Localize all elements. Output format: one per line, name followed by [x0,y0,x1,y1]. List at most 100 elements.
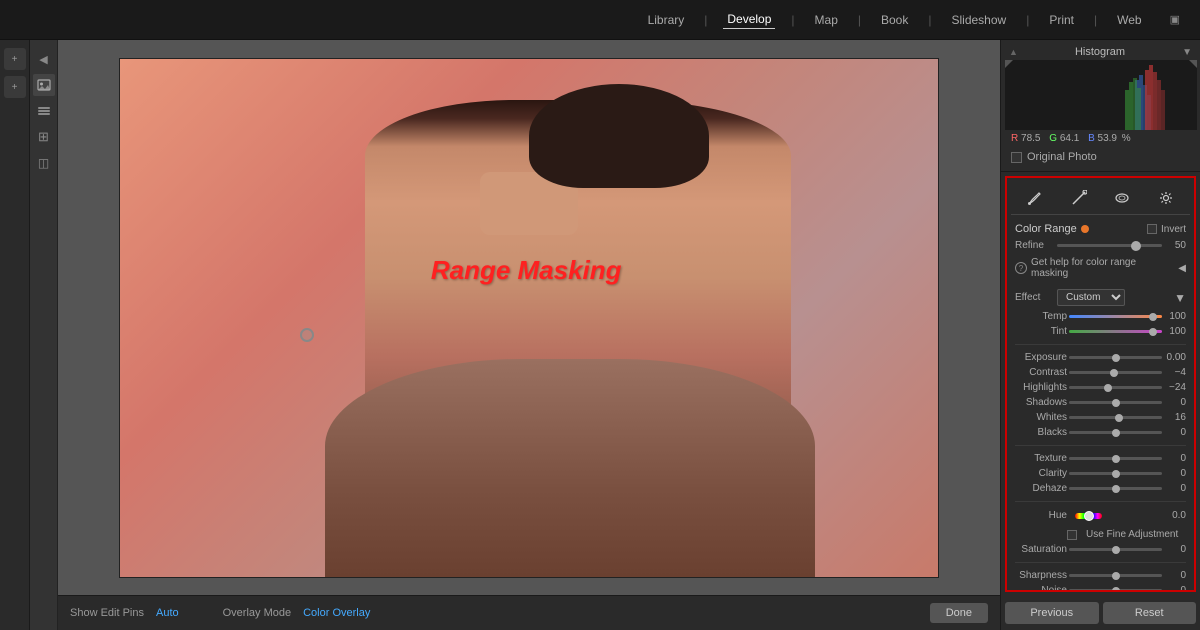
top-menu-bar: Library | Develop | Map | Book | Slidesh… [0,0,1200,40]
previous-button[interactable]: Previous [1005,602,1099,624]
highlights-value: −24 [1164,382,1186,393]
clarity-row: Clarity 0 [1011,466,1190,481]
r-value: 78.5 [1021,133,1040,144]
invert-row: Invert [1147,224,1186,235]
r-label: R [1011,133,1018,144]
temp-slider[interactable] [1069,315,1162,318]
overlay-mode-label: Overlay Mode [223,607,291,619]
histogram-expand-icon[interactable]: ▼ [1182,47,1192,58]
strip-photo-icon[interactable] [33,74,55,96]
original-photo-checkbox[interactable] [1011,152,1022,163]
b-value: 53.9 [1098,133,1117,144]
g-label: G [1049,133,1057,144]
tint-label: Tint [1015,326,1067,337]
reset-button[interactable]: Reset [1103,602,1197,624]
histogram-section: ▲ Histogram ▼ [1001,40,1200,172]
shadows-value: 0 [1164,397,1186,408]
help-icon[interactable]: ? [1015,262,1027,274]
hue-header: Hue 0.0 [1015,510,1186,521]
menu-web[interactable]: Web [1113,11,1145,29]
whites-row: Whites 16 [1011,410,1190,425]
hue-slider[interactable] [1075,513,1102,519]
sep-4 [1015,562,1186,563]
menu-map[interactable]: Map [811,11,842,29]
temp-label: Temp [1015,311,1067,322]
sharpness-value: 0 [1164,570,1186,581]
histogram-canvas [1005,60,1197,130]
highlights-slider[interactable] [1069,386,1162,389]
shadows-label: Shadows [1015,397,1067,408]
settings-tool-icon[interactable] [1154,186,1178,210]
histogram-title: Histogram [1075,46,1125,58]
dehaze-slider[interactable] [1069,487,1162,490]
clarity-slider[interactable] [1069,472,1162,475]
main-area: + + ◀ ⊞ ◫ Range Masking [0,40,1200,630]
saturation-value: 0 [1164,544,1186,555]
invert-checkbox[interactable] [1147,224,1157,234]
left-tool-1[interactable]: + [4,48,26,70]
fine-adjust-checkbox[interactable] [1067,530,1077,540]
menu-library[interactable]: Library [644,11,689,29]
sep-1 [1015,344,1186,345]
effect-dropdown[interactable]: Custom Preset 1 [1057,289,1125,306]
auto-value[interactable]: Auto [156,607,179,619]
strip-overlay-icon[interactable]: ⊞ [33,126,55,148]
dehaze-value: 0 [1164,483,1186,494]
strip-expand[interactable]: ◀ [33,48,55,70]
color-range-left: Color Range [1015,223,1089,235]
blacks-row: Blacks 0 [1011,425,1190,440]
texture-slider[interactable] [1069,457,1162,460]
whites-slider[interactable] [1069,416,1162,419]
saturation-slider[interactable] [1069,548,1162,551]
blacks-slider[interactable] [1069,431,1162,434]
sharpness-slider[interactable] [1069,574,1162,577]
g-value: 64.1 [1060,133,1079,144]
sep-3 [1015,501,1186,502]
tint-row: Tint 100 [1011,324,1190,339]
highlights-row: Highlights −24 [1011,380,1190,395]
menu-slideshow[interactable]: Slideshow [947,11,1010,29]
menu-book[interactable]: Book [877,11,912,29]
noise-label: Noise [1015,585,1067,592]
bottom-controls-bar: Show Edit Pins Auto Overlay Mode Color O… [58,595,1000,630]
adjustment-pin[interactable] [300,328,314,342]
gradient-tool-icon[interactable] [1067,186,1091,210]
menu-develop[interactable]: Develop [723,10,775,29]
right-bottom-buttons: Previous Reset [1001,596,1200,630]
left-tool-2[interactable]: + [4,76,26,98]
brush-tool-icon[interactable] [1023,186,1047,210]
strip-settings-icon[interactable] [33,100,55,122]
menu-sep-2: | [791,13,794,27]
strip-compare-icon[interactable]: ◫ [33,152,55,174]
menu-print[interactable]: Print [1045,11,1078,29]
dehaze-label: Dehaze [1015,483,1067,494]
exposure-row: Exposure 0.00 [1011,350,1190,365]
contrast-slider[interactable] [1069,371,1162,374]
refine-slider[interactable] [1057,244,1162,247]
blacks-value: 0 [1164,427,1186,438]
done-button[interactable]: Done [930,603,988,623]
exposure-slider[interactable] [1069,356,1162,359]
shadows-row: Shadows 0 [1011,395,1190,410]
blacks-label: Blacks [1015,427,1067,438]
photo-display: Range Masking [119,58,939,578]
color-overlay-value[interactable]: Color Overlay [303,607,370,619]
effect-row: Effect Custom Preset 1 ▼ [1011,286,1190,309]
mask-tools-panel: Color Range Invert Refine 50 ? Get h [1005,176,1196,592]
invert-label: Invert [1161,224,1186,235]
show-edit-pins-label: Show Edit Pins [70,607,144,619]
collapse-icon[interactable]: ▼ [1174,291,1186,305]
menu-sep-5: | [1026,13,1029,27]
noise-slider[interactable] [1069,589,1162,592]
refine-label: Refine [1015,240,1053,251]
temp-row: Temp 100 [1011,309,1190,324]
shadows-slider[interactable] [1069,401,1162,404]
image-canvas[interactable]: Range Masking [58,40,1000,595]
contrast-label: Contrast [1015,367,1067,378]
original-photo-row: Original Photo [1005,147,1196,167]
effect-label: Effect [1015,292,1053,303]
tint-slider[interactable] [1069,330,1162,333]
percent-sign: % [1122,133,1131,144]
radial-tool-icon[interactable] [1110,186,1134,210]
texture-label: Texture [1015,453,1067,464]
